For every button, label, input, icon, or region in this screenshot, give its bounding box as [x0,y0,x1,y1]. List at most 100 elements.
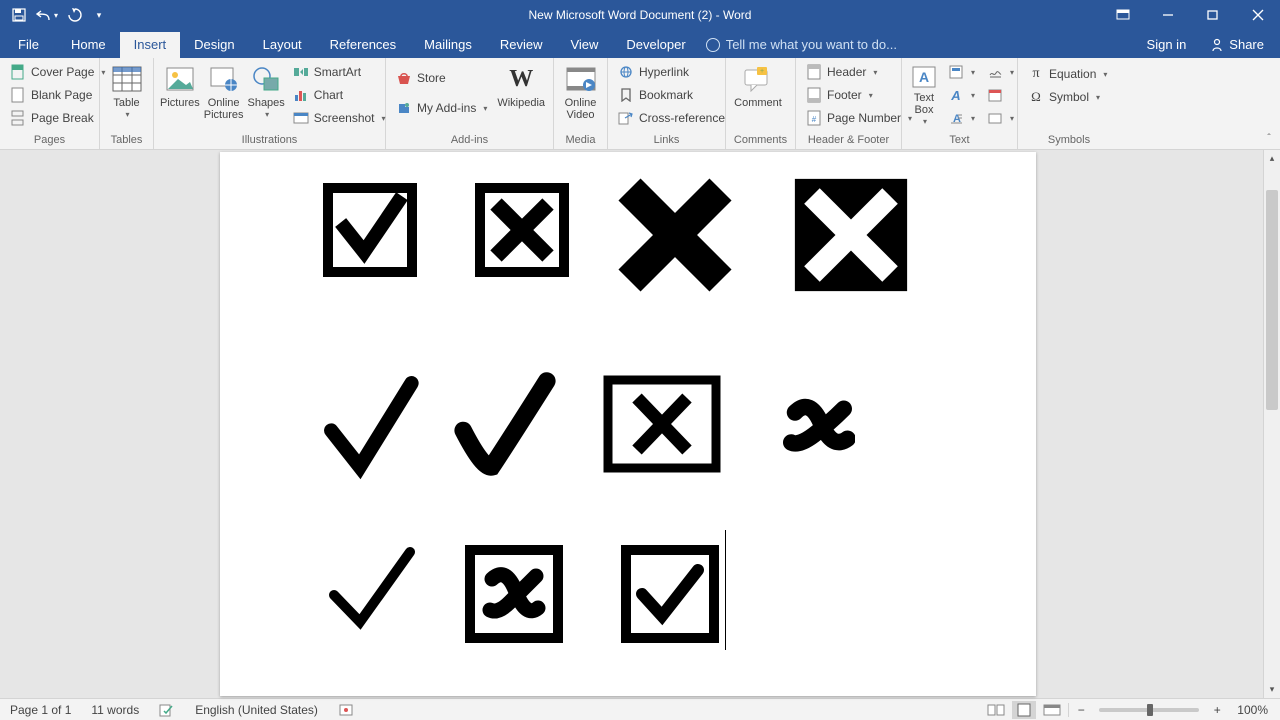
web-layout-button[interactable] [1040,701,1064,719]
signature-line-button[interactable]: ▾ [983,61,1018,83]
smartart-button[interactable]: SmartArt [289,61,390,83]
save-button[interactable] [6,3,32,27]
symbol-check-thin [322,540,422,640]
zoom-slider[interactable] [1099,708,1199,712]
tab-developer[interactable]: Developer [612,32,699,58]
shapes-button[interactable]: Shapes▾ [247,61,284,127]
sign-in-button[interactable]: Sign in [1137,32,1197,58]
vertical-scrollbar[interactable]: ▴ ▾ [1263,150,1280,698]
qat-customize-button[interactable]: ▾ [90,3,108,27]
ribbon-display-button[interactable] [1100,0,1145,30]
my-addins-button[interactable]: My Add-ins ▾ [392,97,491,119]
scroll-thumb[interactable] [1266,190,1278,410]
scroll-up-button[interactable]: ▴ [1264,150,1280,167]
bookmark-button[interactable]: Bookmark [614,84,729,106]
tab-insert[interactable]: Insert [120,32,181,58]
undo-button[interactable]: ▾ [34,3,60,27]
group-label-addins: Add-ins [386,134,553,149]
minimize-button[interactable] [1145,0,1190,30]
cross-ref-icon [618,110,634,126]
pictures-button[interactable]: Pictures [160,61,200,127]
redo-button[interactable] [62,3,88,27]
equation-icon: π [1028,66,1044,82]
group-comments: + Comment Comments [726,58,796,149]
print-layout-button[interactable] [1012,701,1036,719]
wikipedia-icon: W [505,63,537,95]
tab-design[interactable]: Design [180,32,248,58]
wikipedia-button[interactable]: W Wikipedia [495,61,547,127]
table-button[interactable]: Table▾ [106,61,147,127]
window-controls [1100,0,1280,30]
status-page[interactable]: Page 1 of 1 [0,699,81,720]
read-mode-button[interactable] [984,701,1008,719]
symbol-icon: Ω [1028,89,1044,105]
group-header-footer: Header▾ Footer▾ #Page Number▾ Header & F… [796,58,902,149]
ribbon-tabs: File Home Insert Design Layout Reference… [0,30,1280,58]
object-button[interactable]: ▾ [983,107,1018,129]
close-button[interactable] [1235,0,1280,30]
tab-file[interactable]: File [0,32,57,58]
symbol-boxed-x-thin [602,374,722,474]
page-number-button[interactable]: #Page Number▾ [802,107,916,129]
tab-review[interactable]: Review [486,32,557,58]
tab-references[interactable]: References [316,32,410,58]
svg-text:+: + [760,68,764,75]
equation-button[interactable]: πEquation ▾ [1024,63,1111,85]
drop-cap-button[interactable]: A▾ [944,107,979,129]
blank-page-icon [10,87,26,103]
zoom-out-button[interactable]: − [1073,703,1089,717]
hyperlink-button[interactable]: Hyperlink [614,61,729,83]
symbol-heavy-x [610,170,740,300]
hyperlink-icon [618,64,634,80]
symbol-boxed-check [320,180,420,280]
tab-mailings[interactable]: Mailings [410,32,486,58]
collapse-ribbon-button[interactable]: ˆ [1262,133,1276,147]
text-box-button[interactable]: A Text Box▾ [908,61,940,127]
cross-reference-button[interactable]: Cross-reference [614,107,729,129]
symbol-button[interactable]: ΩSymbol▾ [1024,86,1111,108]
store-icon [396,70,412,86]
screenshot-button[interactable]: Screenshot▾ [289,107,390,129]
page-break-button[interactable]: Page Break [6,107,109,129]
document-workspace: ▴ ▾ [0,150,1280,698]
tell-me-search[interactable]: Tell me what you want to do... [706,37,897,58]
chart-button[interactable]: Chart [289,84,390,106]
group-media: Online Video Media [554,58,608,149]
addins-icon [396,100,412,116]
share-icon [1210,38,1224,52]
datetime-icon [987,87,1003,103]
online-video-button[interactable]: Online Video [560,61,601,127]
quick-parts-button[interactable]: ▾ [944,61,979,83]
scroll-down-button[interactable]: ▾ [1264,681,1280,698]
zoom-level[interactable]: 100% [1229,703,1272,717]
share-button[interactable]: Share [1200,32,1274,58]
date-time-button[interactable] [983,84,1018,106]
tab-layout[interactable]: Layout [249,32,316,58]
cover-page-button[interactable]: Cover Page▾ [6,61,109,83]
blank-page-button[interactable]: Blank Page [6,84,109,106]
group-label-media: Media [554,134,607,149]
footer-button[interactable]: Footer▾ [802,84,916,106]
group-text: A Text Box▾ ▾ A▾ A▾ ▾ ▾ Text [902,58,1018,149]
zoom-in-button[interactable]: + [1209,703,1225,717]
tab-view[interactable]: View [556,32,612,58]
comment-button[interactable]: + Comment [732,61,784,127]
titlebar: ▾ ▾ New Microsoft Word Document (2) - Wo… [0,0,1280,30]
symbol-boxed-x [472,180,572,280]
status-proofing[interactable] [149,699,185,720]
group-symbols: πEquation ▾ ΩSymbol▾ Symbols [1018,58,1120,149]
status-bar: Page 1 of 1 11 words English (United Sta… [0,698,1280,720]
online-pictures-button[interactable]: Online Pictures [204,61,244,127]
group-pages: Cover Page▾ Blank Page Page Break Pages [0,58,100,149]
status-words[interactable]: 11 words [81,699,149,720]
wordart-button[interactable]: A▾ [944,84,979,106]
status-language[interactable]: English (United States) [185,699,328,720]
store-button[interactable]: Store [392,67,491,89]
header-button[interactable]: Header▾ [802,61,916,83]
screenshot-icon [293,110,309,126]
document-page[interactable] [220,152,1036,696]
group-label-header-footer: Header & Footer [796,134,901,149]
status-macros[interactable] [328,699,364,720]
tab-home[interactable]: Home [57,32,120,58]
maximize-button[interactable] [1190,0,1235,30]
